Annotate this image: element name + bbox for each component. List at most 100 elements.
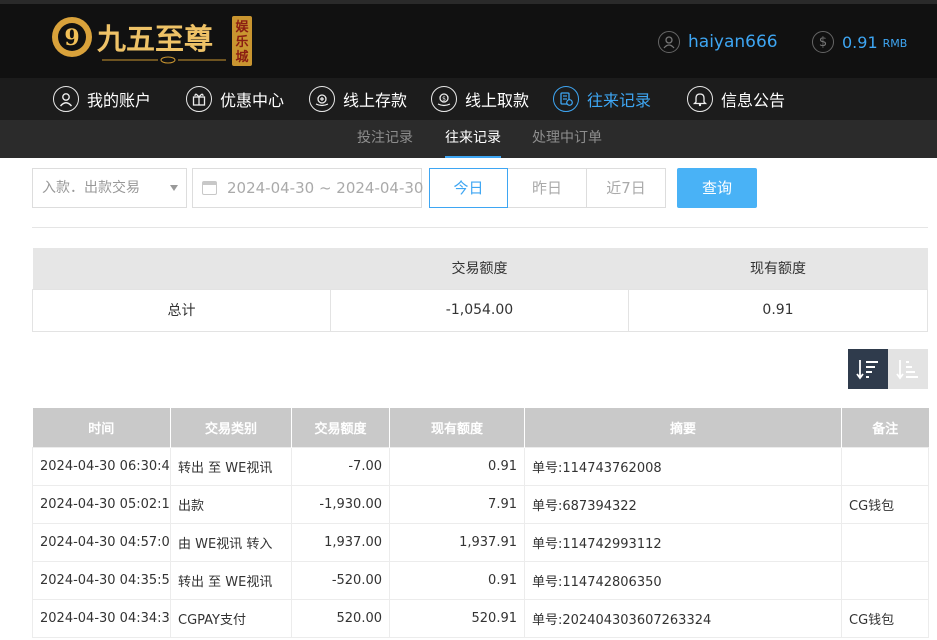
nav-item-promotions[interactable]: 优惠中心: [186, 78, 284, 120]
summary-header-row: 交易额度 现有额度: [32, 248, 928, 289]
username[interactable]: haiyan666: [688, 32, 778, 52]
user-icon: [658, 31, 680, 53]
nav-label: 往来记录: [587, 91, 652, 110]
deposit-icon: [309, 86, 335, 112]
nav-item-withdraw[interactable]: $ 线上取款: [431, 78, 529, 120]
cell-amount: 520.00: [291, 598, 390, 638]
svg-text:城: 城: [235, 49, 248, 65]
logo[interactable]: 9 九五至尊 娱 乐 城: [50, 14, 260, 72]
cell-amount: 1,937.00: [291, 522, 390, 562]
transactions-table: 时间 交易类别 交易额度 现有额度 摘要 备注 2024-04-30 06:30…: [32, 408, 929, 638]
date-range-input[interactable]: 2024-04-30 ~ 2024-04-30: [192, 168, 424, 208]
cell-note: [841, 446, 929, 486]
cell-note: CG钱包: [841, 598, 929, 638]
cell-amount: -1,930.00: [291, 484, 390, 524]
column-header: 交易类别: [170, 408, 292, 447]
subtab-bet-records[interactable]: 投注记录: [357, 120, 413, 158]
cell-balance: 7.91: [389, 484, 525, 524]
balance-amount: 0.91: [842, 32, 878, 52]
cell-summary: 单号:687394322: [524, 484, 842, 524]
nav-item-announcements[interactable]: 信息公告: [687, 78, 785, 120]
summary-total-label: 总计: [32, 288, 331, 332]
cell-time: 2024-04-30 04:35:53: [32, 560, 171, 600]
subtab-transaction-records[interactable]: 往来记录: [445, 120, 501, 158]
user-icon: [53, 86, 79, 112]
sort-ascending-button[interactable]: [888, 349, 928, 389]
nav-item-records[interactable]: 往来记录: [553, 78, 651, 120]
cell-time: 2024-04-30 04:34:31: [32, 598, 171, 638]
cell-summary: 单号:114743762008: [524, 446, 842, 486]
divider: [32, 227, 928, 228]
bell-icon: [687, 86, 713, 112]
table-row: 2024-04-30 05:02:12 出款 -1,930.00 7.91 单号…: [32, 484, 929, 524]
cell-type: 由 WE视讯 转入: [170, 522, 292, 562]
date-range-value: 2024-04-30 ~ 2024-04-30: [227, 179, 424, 197]
balance-currency: RMB: [882, 37, 908, 50]
records-icon: [553, 86, 579, 112]
logo-text: 九五至尊: [97, 22, 213, 56]
calendar-icon: [202, 181, 217, 195]
nav-item-account[interactable]: 我的账户: [53, 78, 151, 120]
cell-balance: 0.91: [389, 446, 525, 486]
top-header: 9 九五至尊 娱 乐 城 haiyan666 $ 0.91 RMB: [0, 0, 937, 78]
gift-icon: [186, 86, 212, 112]
chevron-down-icon: [170, 185, 178, 191]
table-row: 2024-04-30 04:57:08 由 WE视讯 转入 1,937.00 1…: [32, 522, 929, 562]
cell-amount: -7.00: [291, 446, 390, 486]
column-header: 交易额度: [291, 408, 390, 447]
sort-descending-icon: [856, 360, 878, 380]
sub-nav: 投注记录 往来记录 处理中订单: [0, 120, 937, 158]
summary-table: 交易额度 现有额度 总计 -1,054.00 0.91: [32, 248, 928, 332]
nav-label: 我的账户: [87, 91, 152, 110]
summary-header-blank: [32, 248, 331, 289]
last-7-days-button[interactable]: 近7日: [587, 168, 666, 208]
svg-text:乐: 乐: [235, 34, 248, 50]
user-info[interactable]: haiyan666: [658, 30, 778, 54]
cell-summary: 单号:114742806350: [524, 560, 842, 600]
cell-type: 出款: [170, 484, 292, 524]
yesterday-button[interactable]: 昨日: [508, 168, 587, 208]
nav-label: 线上取款: [465, 91, 530, 110]
column-header: 时间: [32, 408, 171, 447]
transaction-type-select[interactable]: 入款．出款交易: [32, 168, 187, 208]
nav-label: 信息公告: [721, 91, 786, 110]
cell-balance: 520.91: [389, 598, 525, 638]
cell-note: CG钱包: [841, 484, 929, 524]
svg-text:9: 9: [64, 25, 79, 51]
cell-summary: 单号:202404303607263324: [524, 598, 842, 638]
subtab-pending-orders[interactable]: 处理中订单: [532, 120, 602, 158]
cell-balance: 0.91: [389, 560, 525, 600]
column-header: 现有额度: [389, 408, 525, 447]
cell-type: 转出 至 WE视讯: [170, 560, 292, 600]
cell-balance: 1,937.91: [389, 522, 525, 562]
cell-type: 转出 至 WE视讯: [170, 446, 292, 486]
table-row: 2024-04-30 04:35:53 转出 至 WE视讯 -520.00 0.…: [32, 560, 929, 600]
table-header-row: 时间 交易类别 交易额度 现有额度 摘要 备注: [32, 408, 929, 447]
table-row: 2024-04-30 04:34:31 CGPAY支付 520.00 520.9…: [32, 598, 929, 638]
column-header: 摘要: [524, 408, 842, 447]
withdraw-icon: $: [431, 86, 457, 112]
summary-total-balance: 0.91: [628, 288, 928, 332]
query-button[interactable]: 查询: [677, 168, 757, 208]
nav-label: 线上存款: [343, 91, 408, 110]
today-button[interactable]: 今日: [429, 168, 508, 208]
cell-note: [841, 522, 929, 562]
balance-info: $ 0.91 RMB: [812, 30, 907, 54]
main-nav: 我的账户 优惠中心 线上存款 $ 线上取款 往来记录 信息公告: [0, 78, 937, 120]
cell-type: CGPAY支付: [170, 598, 292, 638]
cell-summary: 单号:114742993112: [524, 522, 842, 562]
sort-ascending-icon: [896, 360, 918, 380]
sort-descending-button[interactable]: [848, 349, 888, 389]
summary-row: 总计 -1,054.00 0.91: [32, 288, 928, 332]
table-row: 2024-04-30 06:30:46 转出 至 WE视讯 -7.00 0.91…: [32, 446, 929, 486]
cell-amount: -520.00: [291, 560, 390, 600]
cell-time: 2024-04-30 05:02:12: [32, 484, 171, 524]
summary-total-amount: -1,054.00: [330, 288, 629, 332]
nav-label: 优惠中心: [220, 91, 285, 110]
column-header: 备注: [841, 408, 929, 447]
svg-text:娱: 娱: [235, 20, 249, 35]
summary-header-balance: 现有额度: [628, 248, 928, 289]
cell-time: 2024-04-30 06:30:46: [32, 446, 171, 486]
nav-item-deposit[interactable]: 线上存款: [309, 78, 407, 120]
transaction-type-value: 入款．出款交易: [42, 180, 140, 196]
